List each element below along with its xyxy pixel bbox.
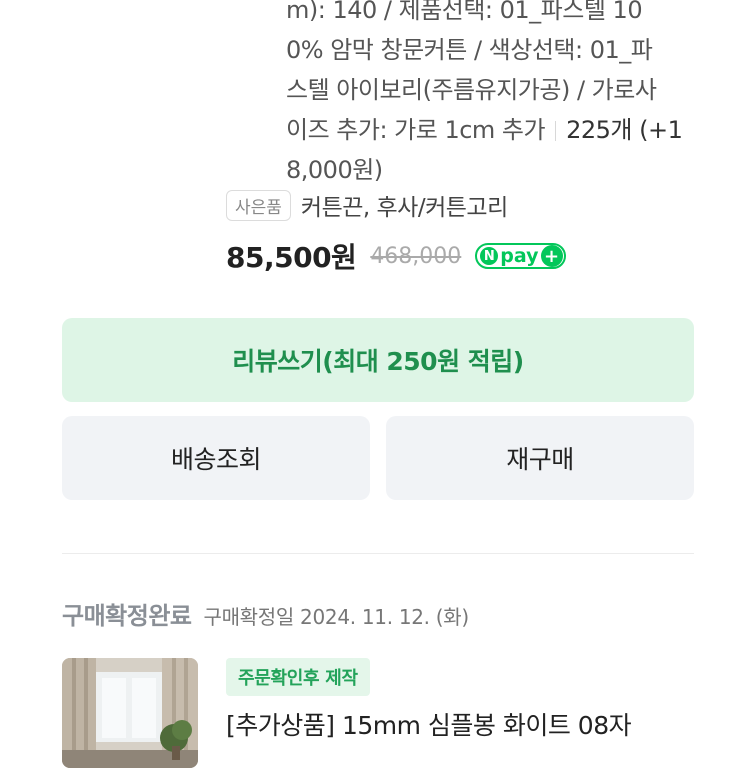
confirm-date: 구매확정일 2024. 11. 12. (화) (203, 605, 469, 629)
gift-text: 커튼끈, 후사/커튼고리 (300, 195, 508, 221)
plus-icon: + (540, 245, 563, 267)
price: 85,500원 (226, 241, 357, 274)
npay-n-icon: N (480, 247, 499, 265)
gift-badge: 사은품 (226, 189, 291, 221)
reorder-button[interactable]: 재구매 (386, 416, 694, 500)
order-status-row: 구매확정완료 구매확정일 2024. 11. 12. (화) (62, 596, 469, 631)
track-delivery-button[interactable]: 배송조회 (62, 416, 370, 500)
write-review-button[interactable]: 리뷰쓰기(최대 250원 적립) (62, 318, 694, 402)
npay-label: pay (500, 245, 539, 267)
made-to-order-badge: 주문확인후 제작 (226, 658, 370, 696)
section-divider (62, 553, 694, 554)
price-row: 85,500원 468,000 N pay + (226, 236, 566, 276)
option-line: 0% 암막 창문커튼 / 색상선택: 01_파 (286, 36, 653, 64)
divider (555, 121, 557, 141)
quantity-text: 225개 (+1 (566, 116, 683, 144)
option-line: m): 140 / 제품선택: 01_파스텔 10 (286, 0, 643, 24)
option-text: m): 140 / 제품선택: 01_파스텔 10 0% 암막 창문커튼 / 색… (286, 0, 706, 190)
product-name[interactable]: [추가상품] 15mm 심플봉 화이트 08자 (226, 706, 746, 742)
npay-plus-badge: N pay + (475, 243, 566, 269)
product-image (62, 658, 198, 768)
order-status: 구매확정완료 (62, 602, 192, 630)
original-price: 468,000 (370, 243, 462, 269)
option-line: 8,000원) (286, 156, 383, 184)
gift-row: 사은품 커튼끈, 후사/커튼고리 (226, 188, 508, 222)
option-line: 이즈 추가: 가로 1cm 추가 (286, 116, 546, 144)
option-line: 스텔 아이보리(주름유지가공) / 가로사 (286, 76, 657, 104)
product-thumbnail[interactable] (62, 658, 198, 768)
